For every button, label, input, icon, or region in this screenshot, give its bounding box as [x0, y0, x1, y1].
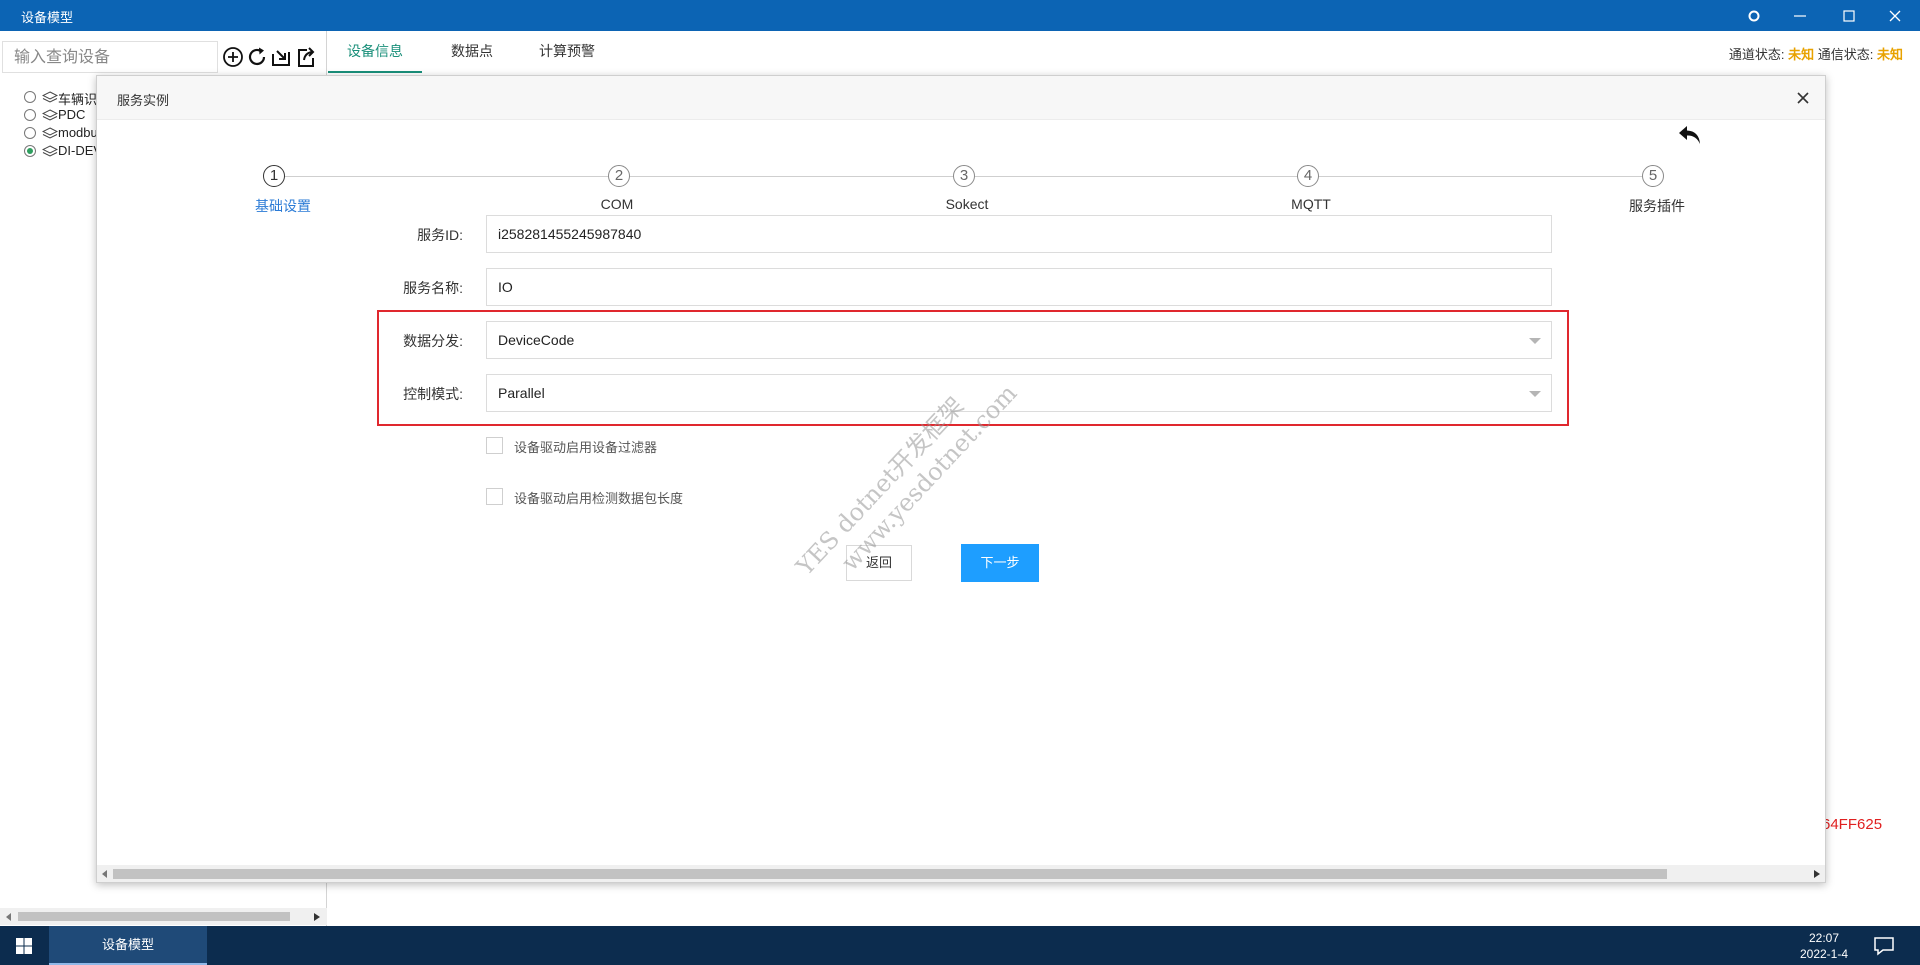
tab-data-points[interactable]: 数据点: [432, 31, 512, 73]
step-5-label[interactable]: 服务插件: [1597, 196, 1717, 216]
minimize-button[interactable]: [1777, 0, 1823, 31]
next-step-button[interactable]: 下一步: [961, 544, 1039, 582]
dialog-title: 服务实例: [117, 93, 170, 108]
background-code-text: 64FF625: [1822, 816, 1883, 833]
control-mode-value: Parallel: [498, 385, 545, 401]
service-name-input[interactable]: IO: [486, 268, 1552, 306]
chevron-down-icon[interactable]: [1529, 391, 1541, 397]
layers-icon: [42, 109, 58, 121]
device-search-input[interactable]: 输入查询设备: [2, 41, 218, 73]
scroll-right-icon[interactable]: [1814, 870, 1820, 878]
tree-horizontal-scrollbar[interactable]: [0, 908, 327, 925]
add-icon[interactable]: [221, 44, 245, 70]
taskbar: 设备模型 22:07 2022-1-4: [0, 926, 1920, 965]
notification-icon[interactable]: [1872, 934, 1896, 958]
close-icon[interactable]: [1793, 88, 1813, 108]
title-bar: 设备模型: [0, 0, 1920, 31]
service-id-input[interactable]: i258281455245987840: [486, 215, 1552, 253]
step-2-circle[interactable]: 2: [608, 165, 630, 187]
clock-time: 22:07: [1808, 931, 1840, 945]
layers-icon: [42, 91, 58, 103]
filter-checkbox[interactable]: [486, 437, 503, 454]
filter-checkbox-label[interactable]: 设备驱动启用设备过滤器: [514, 437, 657, 456]
length-checkbox[interactable]: [486, 488, 503, 505]
dialog-header: 服务实例: [97, 76, 1825, 120]
clock-date: 2022-1-4: [1799, 947, 1849, 961]
chevron-down-icon[interactable]: [1529, 338, 1541, 344]
layers-icon: [42, 127, 58, 139]
import-icon[interactable]: [269, 44, 293, 70]
refresh-icon[interactable]: [245, 44, 269, 70]
scroll-left-icon[interactable]: [6, 913, 12, 921]
step-2-label[interactable]: COM: [557, 196, 677, 212]
service-instance-dialog: 服务实例 1 2 3 4 5 基础设置 COM Sokect MQTT 服务插件…: [96, 75, 1826, 883]
scrollbar-thumb[interactable]: [113, 869, 1667, 879]
service-id-label: 服务ID:: [417, 227, 463, 243]
control-mode-label: 控制模式:: [403, 386, 463, 402]
data-dispatch-select[interactable]: DeviceCode: [486, 321, 1552, 359]
back-button[interactable]: 返回: [846, 545, 912, 581]
radio-button-selected[interactable]: [24, 145, 36, 157]
step-3-circle[interactable]: 3: [953, 165, 975, 187]
maximize-button[interactable]: [1826, 0, 1872, 31]
step-5-circle[interactable]: 5: [1642, 165, 1664, 187]
settings-icon[interactable]: [1731, 0, 1777, 31]
radio-button[interactable]: [24, 91, 36, 103]
step-3-label[interactable]: Sokect: [907, 196, 1027, 212]
length-checkbox-label[interactable]: 设备驱动启用检测数据包长度: [514, 488, 683, 507]
window-title: 设备模型: [21, 10, 74, 25]
tree-item-label: PDC: [58, 107, 86, 122]
comm-status-value: 未知: [1876, 47, 1903, 62]
radio-button[interactable]: [24, 127, 36, 139]
windows-start-icon[interactable]: [0, 926, 47, 965]
tab-calc-alert[interactable]: 计算预警: [520, 31, 614, 73]
channel-status-value: 未知: [1788, 47, 1815, 62]
data-dispatch-value: DeviceCode: [498, 332, 575, 348]
comm-status-label: 通信状态:: [1817, 47, 1874, 62]
channel-status-label: 通道状态:: [1728, 47, 1785, 62]
step-4-circle[interactable]: 4: [1297, 165, 1319, 187]
step-1-circle[interactable]: 1: [263, 165, 285, 187]
layers-icon: [42, 145, 58, 157]
tab-device-info[interactable]: 设备信息: [328, 31, 422, 73]
service-name-label: 服务名称:: [403, 280, 463, 296]
close-button[interactable]: [1872, 0, 1918, 31]
step-4-label[interactable]: MQTT: [1251, 196, 1371, 212]
dialog-horizontal-scrollbar[interactable]: [97, 865, 1825, 882]
scroll-right-icon[interactable]: [314, 913, 320, 921]
step-1-label[interactable]: 基础设置: [223, 196, 343, 216]
undo-arrow-icon[interactable]: [1677, 124, 1703, 146]
control-mode-select[interactable]: Parallel: [486, 374, 1552, 412]
taskbar-clock[interactable]: 22:07 2022-1-4: [1792, 930, 1856, 962]
status-bar: 通道状态: 未知 通信状态: 未知: [1729, 44, 1903, 63]
scrollbar-thumb[interactable]: [18, 912, 290, 921]
data-dispatch-label: 数据分发:: [403, 333, 463, 349]
taskbar-app-item[interactable]: 设备模型: [49, 926, 207, 965]
export-icon[interactable]: [294, 44, 318, 70]
scroll-left-icon[interactable]: [102, 870, 108, 878]
radio-button[interactable]: [24, 109, 36, 121]
